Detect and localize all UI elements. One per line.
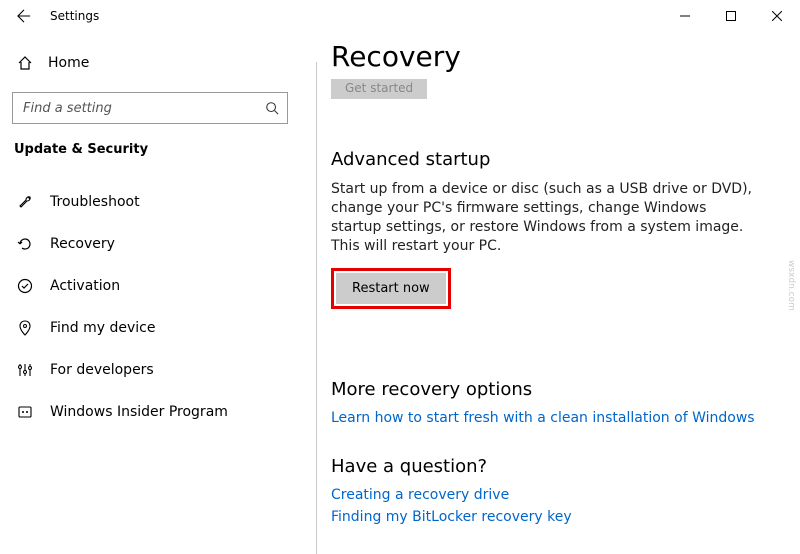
content-pane: Recovery Get started Advanced startup St… [300,32,800,554]
search-icon [265,101,279,115]
sidebar-item-troubleshoot[interactable]: Troubleshoot [12,181,288,223]
link-recovery-drive[interactable]: Creating a recovery drive [331,487,770,503]
home-label: Home [48,55,89,71]
get-started-button[interactable]: Get started [331,79,427,99]
location-icon [16,320,34,336]
window-controls [662,0,800,32]
recovery-icon [16,236,34,252]
sidebar-item-for-developers[interactable]: For developers [12,349,288,391]
search-field[interactable] [23,101,265,116]
minimize-button[interactable] [662,0,708,32]
sidebar-item-windows-insider[interactable]: Windows Insider Program [12,391,288,433]
wrench-icon [16,194,34,210]
window-title: Settings [50,9,99,23]
maximize-icon [726,11,736,21]
sidebar-item-label: Troubleshoot [50,194,140,210]
sidebar-item-label: For developers [50,362,154,378]
home-button[interactable]: Home [12,44,288,82]
check-circle-icon [16,278,34,294]
question-section: Have a question? Creating a recovery dri… [331,456,770,525]
close-icon [772,11,782,21]
watermark: wsxdn.com [786,260,796,311]
page-title: Recovery [331,40,770,73]
back-button[interactable] [8,0,40,32]
sidebar-item-find-my-device[interactable]: Find my device [12,307,288,349]
home-icon [16,55,34,71]
sidebar-item-label: Activation [50,278,120,294]
link-clean-install[interactable]: Learn how to start fresh with a clean in… [331,410,770,426]
sliders-icon [16,362,34,378]
insider-icon [16,404,34,420]
sidebar-item-recovery[interactable]: Recovery [12,223,288,265]
maximize-button[interactable] [708,0,754,32]
highlight-box: Restart now [331,268,451,309]
section-title-more: More recovery options [331,379,770,400]
divider [316,62,317,554]
section-body-advanced: Start up from a device or disc (such as … [331,180,761,256]
advanced-startup-section: Advanced startup Start up from a device … [331,149,770,349]
close-button[interactable] [754,0,800,32]
section-title-question: Have a question? [331,456,770,477]
search-input[interactable] [12,92,288,124]
category-header: Update & Security [12,142,288,157]
arrow-left-icon [17,9,31,23]
restart-now-button[interactable]: Restart now [336,273,446,304]
sidebar-item-label: Find my device [50,320,156,336]
link-bitlocker-key[interactable]: Finding my BitLocker recovery key [331,509,770,525]
sidebar-item-label: Windows Insider Program [50,404,228,420]
sidebar-item-activation[interactable]: Activation [12,265,288,307]
titlebar: Settings [0,0,800,32]
section-title-advanced: Advanced startup [331,149,770,170]
minimize-icon [680,11,690,21]
sidebar-item-label: Recovery [50,236,115,252]
sidebar: Home Update & Security Troubleshoot Rec [0,32,300,554]
more-recovery-section: More recovery options Learn how to start… [331,379,770,426]
nav-list: Troubleshoot Recovery Activation Find my… [12,181,288,433]
